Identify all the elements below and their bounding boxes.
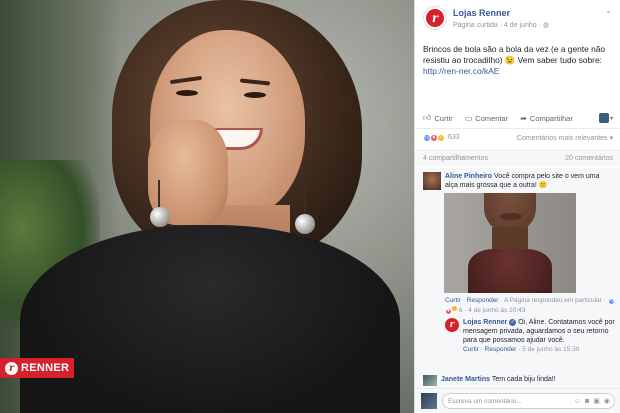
comment-text: Tem cada biju linda!!	[491, 376, 556, 383]
reply-like-link[interactable]: Curtir	[463, 346, 479, 353]
emoji-icon[interactable]: ☺	[574, 398, 581, 405]
comment-time[interactable]: · 4 de junho às 20:43	[462, 307, 525, 314]
reply-item: r Lojas Renner ✓ Oi, Aline. Contatamos v…	[445, 318, 617, 354]
camera-icon[interactable]: ◙	[585, 398, 589, 405]
current-user-avatar	[421, 393, 437, 409]
attached-photo-face	[484, 193, 536, 231]
share-label: Compartilhar	[529, 113, 573, 123]
comment-item: Aline Pinheiro Você compra pelo site o v…	[423, 172, 613, 190]
post-meta: Página curtida · 4 de junho · ◍	[453, 21, 549, 29]
user-avatar	[598, 113, 609, 123]
comment-item: Janete Martins Tem cada biju linda!!	[423, 375, 613, 386]
post-link[interactable]: http://ren-ner.co/kAE	[423, 66, 499, 76]
comment-label: Comentar	[475, 113, 509, 123]
comment-order-selector[interactable]: Comentários mais relevantes ▾	[517, 134, 613, 142]
comment-private-reply-note: · A Página respondeu em particular ·	[498, 297, 608, 304]
reply-links: Curtir · Responder · 5 de junho às 15:30	[463, 346, 580, 353]
globe-icon: ◍	[542, 22, 549, 29]
renner-logo-icon: r	[5, 361, 18, 375]
post-actions: 👍︎ Curtir ▭ Comentar ➦ Compartilhar ▾	[415, 110, 620, 126]
renner-avatar-icon: r	[426, 9, 444, 27]
post-header: r Lojas Renner Página curtida · 4 de jun…	[423, 6, 614, 36]
like-button[interactable]: 👍︎ Curtir	[423, 113, 453, 123]
post-photo[interactable]: r RENNER	[0, 0, 414, 413]
comment-reply-link[interactable]: Responder	[467, 297, 499, 304]
share-button[interactable]: ➦ Compartilhar	[520, 114, 573, 123]
write-comment-bar: Escreva um comentário... ☺ ◙ ▣ ◉	[415, 388, 620, 413]
thumbs-up-icon: 👍︎	[423, 113, 432, 122]
commenter-name[interactable]: Aline Pinheiro	[445, 173, 492, 180]
shares-count[interactable]: 4 compartilhamentos	[423, 155, 488, 162]
commenter-avatar[interactable]	[423, 172, 441, 190]
sticker-icon[interactable]: ◉	[604, 397, 610, 405]
share-icon: ➦	[520, 113, 527, 123]
photo-earring-cord-right	[304, 190, 306, 216]
comment-button[interactable]: ▭ Comentar	[465, 114, 509, 123]
comment-body: Aline Pinheiro Você compra pelo site o v…	[445, 172, 613, 190]
comment-actions-row: Curtir · Responder · A Página respondeu …	[445, 296, 617, 315]
comment-like-link[interactable]: Curtir	[445, 297, 461, 304]
attached-photo-top	[468, 249, 552, 293]
renner-logo-badge: r RENNER	[0, 358, 74, 378]
comment-attached-photo[interactable]	[444, 193, 576, 293]
dropdown-arrow-icon: ▾	[609, 115, 613, 122]
photo-earring-left	[150, 207, 170, 227]
wow-reaction-icon: •	[437, 133, 445, 142]
photo-eye-right	[244, 92, 266, 98]
post-body-text: Brincos de bola são a bola da vez (e a g…	[423, 44, 606, 65]
reply-reply-link[interactable]: Responder	[485, 346, 517, 353]
photo-earring-right	[295, 214, 315, 234]
reactions-bar: 👍︎ ♥ • 633 Comentários mais relevantes ▾	[415, 128, 620, 146]
reply-author-name[interactable]: Lojas Renner	[463, 319, 507, 326]
reply-time[interactable]: · 5 de junho às 15:30	[516, 346, 579, 353]
attached-photo-lips	[500, 213, 522, 220]
page-name-link[interactable]: Lojas Renner	[453, 8, 549, 18]
renner-logo-text: RENNER	[21, 362, 70, 374]
like-label: Curtir	[434, 113, 453, 123]
comments-count[interactable]: 20 comentários	[565, 155, 613, 162]
shares-bar: 4 compartilhamentos 20 comentários	[415, 150, 620, 166]
post-header-text: Lojas Renner Página curtida · 4 de junho…	[453, 8, 549, 36]
page-avatar[interactable]: r	[423, 6, 447, 30]
gif-icon[interactable]: ▣	[593, 397, 600, 405]
post-meta-text: Página curtida · 4 de junho ·	[453, 22, 543, 29]
renner-reply-avatar-icon: r	[449, 320, 455, 330]
comment-input-placeholder: Escreva um comentário...	[448, 397, 522, 405]
verified-badge-icon: ✓	[509, 318, 517, 326]
reaction-count[interactable]: 633	[448, 134, 460, 141]
photo-eye-left	[176, 90, 198, 96]
reaction-icons[interactable]: 👍︎ ♥ •	[423, 133, 445, 142]
commenter-avatar[interactable]	[423, 375, 437, 386]
photo-shirt	[20, 225, 400, 413]
post-as-selector[interactable]: ▾	[598, 113, 613, 123]
reply-avatar[interactable]: r	[445, 318, 459, 332]
comment-links: Curtir · Responder · A Página respondeu …	[445, 297, 615, 315]
chevron-down-icon[interactable]: ⌄	[605, 6, 612, 15]
comment-icon: ▭	[464, 113, 473, 123]
comment-body: Janete Martins Tem cada biju linda!!	[441, 375, 556, 386]
comment-input[interactable]: Escreva um comentário... ☺ ◙ ▣ ◉	[442, 393, 615, 409]
reply-body: Lojas Renner ✓ Oi, Aline. Contatamos voc…	[463, 318, 617, 354]
photo-earring-cord-left	[158, 180, 160, 210]
commenter-name[interactable]: Janete Martins	[441, 376, 490, 383]
post-text: Brincos de bola são a bola da vez (e a g…	[423, 44, 615, 77]
